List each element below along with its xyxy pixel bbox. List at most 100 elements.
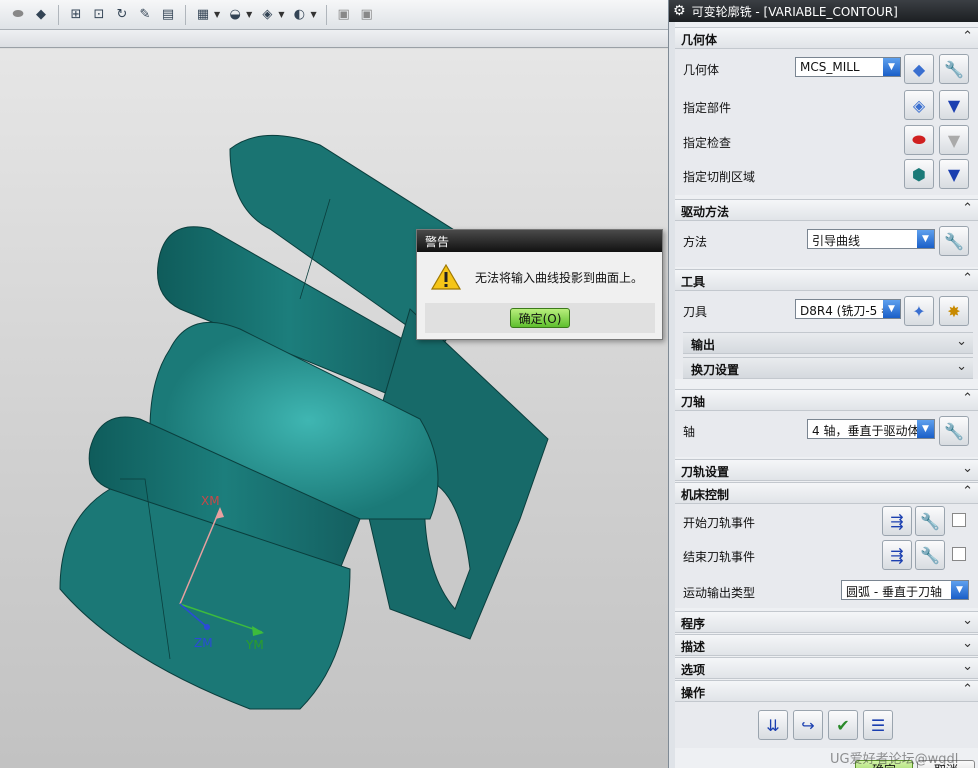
shade-icon[interactable]: ⬬: [8, 5, 28, 25]
warning-title[interactable]: 警告: [417, 230, 662, 252]
chevron-down-icon[interactable]: ⌄: [956, 359, 967, 374]
zoom-icon[interactable]: ⊞: [66, 5, 86, 25]
chevron-up-icon[interactable]: ⌃: [962, 201, 973, 216]
cube-view-icon[interactable]: ◈: [257, 5, 277, 25]
new-geometry-button[interactable]: ◆: [904, 54, 934, 84]
render-icon[interactable]: ◒: [225, 5, 245, 25]
toolbar-separator: [185, 4, 186, 25]
axis-select-value: 4 轴，垂直于驱动体: [812, 424, 920, 438]
ok-button[interactable]: 确定(O): [510, 308, 570, 328]
chevron-down-icon[interactable]: ▼: [883, 300, 900, 318]
chevron-down-icon[interactable]: ▼: [917, 420, 934, 438]
chevron-down-icon[interactable]: ⌄: [962, 613, 973, 628]
chevron-down-icon[interactable]: ▼: [917, 230, 934, 248]
edit-drive-button[interactable]: 🔧: [939, 226, 969, 256]
grey-box2-icon[interactable]: ▣: [357, 5, 377, 25]
rotate-icon[interactable]: ↻: [112, 5, 132, 25]
end-event-button[interactable]: ⇶: [882, 540, 912, 570]
display-part-button[interactable]: ▼: [939, 90, 969, 120]
section-path-settings[interactable]: 刀轨设置 ⌄: [675, 459, 978, 481]
section-operations[interactable]: 操作 ⌃: [675, 680, 978, 702]
edit-start-event-button[interactable]: 🔧: [915, 506, 945, 536]
chevron-down-icon[interactable]: ⌄: [962, 659, 973, 674]
edit-geometry-button[interactable]: 🔧: [939, 54, 969, 84]
axis-select[interactable]: 4 轴，垂直于驱动体 ▼: [807, 419, 935, 439]
section-tool-change[interactable]: 换刀设置 ⌄: [683, 357, 973, 379]
geometry-select[interactable]: MCS_MILL ▼: [795, 57, 901, 77]
section-drive-title: 驱动方法: [681, 205, 730, 219]
main-toolbar: ⬬ ◆ ⊞ ⊡ ↻ ✎ ▤ ▦ ▼ ◒ ▼ ◈ ▼ ◐ ▼ ▣ ▣: [0, 0, 668, 30]
toolbar-separator: [58, 4, 59, 25]
start-event-checkbox[interactable]: [952, 513, 966, 527]
section-options-title: 选项: [681, 663, 706, 677]
section-program[interactable]: 程序 ⌄: [675, 611, 978, 633]
dialog-title: 可变轮廓铣 - [VARIABLE_CONTOUR]: [691, 4, 898, 19]
chevron-down-icon[interactable]: ▼: [310, 10, 316, 19]
start-event-button[interactable]: ⇶: [882, 506, 912, 536]
select-filter-icon[interactable]: ◐: [289, 5, 309, 25]
wrench-icon: 🔧: [944, 231, 964, 251]
chevron-down-icon[interactable]: ⌄: [956, 334, 967, 349]
edit-tool-button[interactable]: ✸: [939, 296, 969, 326]
dialog-title-bar[interactable]: ⚙ 可变轮廓铣 - [VARIABLE_CONTOUR]: [669, 0, 978, 22]
tool-select[interactable]: D8R4 (铣刀-5 参 ▼: [795, 299, 901, 319]
chevron-down-icon[interactable]: ▼: [246, 10, 252, 19]
end-event-checkbox[interactable]: [952, 547, 966, 561]
section-output[interactable]: 输出 ⌄: [683, 332, 973, 354]
chevron-up-icon[interactable]: ⌃: [962, 271, 973, 286]
flashlight-icon: ▼: [947, 130, 961, 150]
method-label: 方法: [683, 235, 708, 249]
graphics-viewport[interactable]: XM YM ZM: [0, 49, 668, 768]
verify-button[interactable]: ✔: [828, 710, 858, 740]
new-tool-button[interactable]: ✦: [904, 296, 934, 326]
drive-method-select[interactable]: 引导曲线 ▼: [807, 229, 935, 249]
chevron-down-icon[interactable]: ▼: [278, 10, 284, 19]
section-tool-axis[interactable]: 刀轴 ⌃: [675, 389, 978, 411]
view-icon[interactable]: ▦: [193, 5, 213, 25]
edit-end-event-button[interactable]: 🔧: [915, 540, 945, 570]
motion-output-select[interactable]: 圆弧 - 垂直于刀轴 ▼: [841, 580, 969, 600]
chevron-up-icon[interactable]: ⌃: [962, 682, 973, 697]
pan-icon[interactable]: ✎: [135, 5, 155, 25]
chevron-up-icon[interactable]: ⌃: [962, 484, 973, 499]
gear-icon[interactable]: ⚙: [673, 3, 686, 19]
edit-axis-button[interactable]: 🔧: [939, 416, 969, 446]
chevron-down-icon[interactable]: ⌄: [962, 461, 973, 476]
wrench-icon: 🔧: [920, 545, 940, 565]
section-geometry[interactable]: 几何体 ⌃: [675, 27, 978, 49]
replay-icon: ↪: [801, 715, 815, 735]
generate-button[interactable]: ⇊: [758, 710, 788, 740]
list-button[interactable]: ☰: [863, 710, 893, 740]
replay-button[interactable]: ↪: [793, 710, 823, 740]
specify-check-button[interactable]: ⬬: [904, 125, 934, 155]
fit-icon[interactable]: ⊡: [89, 5, 109, 25]
chevron-down-icon[interactable]: ▼: [214, 10, 220, 19]
grey-box-icon[interactable]: ▣: [334, 5, 354, 25]
chevron-down-icon[interactable]: ▼: [951, 581, 968, 599]
tool-label: 刀具: [683, 305, 708, 319]
machine-body: 开始刀轨事件 ⇶ 🔧 结束刀轨事件 ⇶ 🔧 运动输出类型 圆弧 - 垂直于刀轴 …: [675, 504, 978, 608]
section-description[interactable]: 描述 ⌄: [675, 634, 978, 656]
display-cut-area-button[interactable]: ▼: [939, 159, 969, 189]
chevron-up-icon[interactable]: ⌃: [962, 391, 973, 406]
warning-body: 无法将输入曲线投影到曲面上。: [417, 252, 662, 296]
section-tool[interactable]: 工具 ⌃: [675, 269, 978, 291]
chevron-down-icon[interactable]: ▼: [883, 58, 900, 76]
specify-part-button[interactable]: ◈: [904, 90, 934, 120]
operations-body: ⇊ ↪ ✔ ☰: [675, 702, 978, 748]
specify-cut-area-button[interactable]: ⬢: [904, 159, 934, 189]
chevron-up-icon[interactable]: ⌃: [962, 29, 973, 44]
section-machine-control[interactable]: 机床控制 ⌃: [675, 482, 978, 504]
cube-icon[interactable]: ◆: [31, 5, 51, 25]
axis-z-label: ZM: [194, 636, 213, 650]
check-geometry-icon: ⬬: [912, 130, 926, 149]
event-icon: ⇶: [890, 511, 904, 531]
watermark-text: UG爱好者论坛@wgdl: [830, 752, 959, 767]
layer-icon[interactable]: ▤: [158, 5, 178, 25]
section-options[interactable]: 选项 ⌄: [675, 657, 978, 679]
secondary-toolbar: [0, 30, 668, 48]
operation-dialog: ⚙ 可变轮廓铣 - [VARIABLE_CONTOUR] 几何体 ⌃ 几何体 M…: [668, 0, 978, 768]
section-drive-method[interactable]: 驱动方法 ⌃: [675, 199, 978, 221]
chevron-down-icon[interactable]: ⌄: [962, 636, 973, 651]
axis-label: 轴: [683, 425, 696, 439]
